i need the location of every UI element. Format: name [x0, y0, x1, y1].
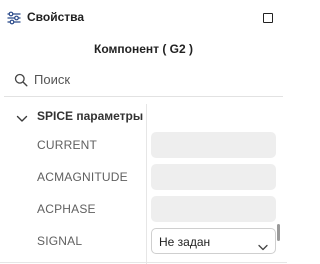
scrollbar-thumb[interactable]: [277, 224, 280, 241]
property-name: ACMAGNITUDE: [37, 170, 128, 184]
property-name: ACPHASE: [37, 202, 96, 216]
search-icon: [14, 73, 28, 87]
maximize-icon[interactable]: [263, 13, 273, 23]
properties-panel: Свойства Компонент ( G2 ) SPICE параметр…: [0, 0, 287, 264]
sliders-icon: [7, 11, 21, 25]
signal-select-value: Не задан: [159, 235, 211, 249]
divider: [4, 96, 283, 97]
property-row-signal: SIGNAL Не задан: [0, 226, 287, 256]
search-input[interactable]: [34, 70, 264, 88]
property-name: SIGNAL: [37, 234, 83, 248]
section-label: SPICE параметры: [37, 109, 144, 123]
property-row-acphase: ACPHASE: [0, 194, 287, 224]
property-value-field[interactable]: [151, 196, 276, 222]
property-value-field[interactable]: [151, 132, 276, 158]
property-row-acmagnitude: ACMAGNITUDE: [0, 162, 287, 192]
section-header-spice[interactable]: SPICE параметры: [0, 104, 287, 128]
property-row-current: CURRENT: [0, 130, 287, 160]
chevron-down-icon: [258, 238, 268, 251]
property-value-field[interactable]: [151, 164, 276, 190]
component-title: Компонент ( G2 ): [94, 42, 193, 56]
search-box[interactable]: [14, 70, 274, 88]
signal-select[interactable]: Не задан: [151, 228, 276, 254]
panel-header: Свойства: [0, 0, 287, 36]
chevron-down-icon[interactable]: [16, 111, 28, 122]
divider: [0, 262, 287, 263]
panel-title: Свойства: [27, 10, 85, 24]
property-name: CURRENT: [37, 138, 98, 152]
